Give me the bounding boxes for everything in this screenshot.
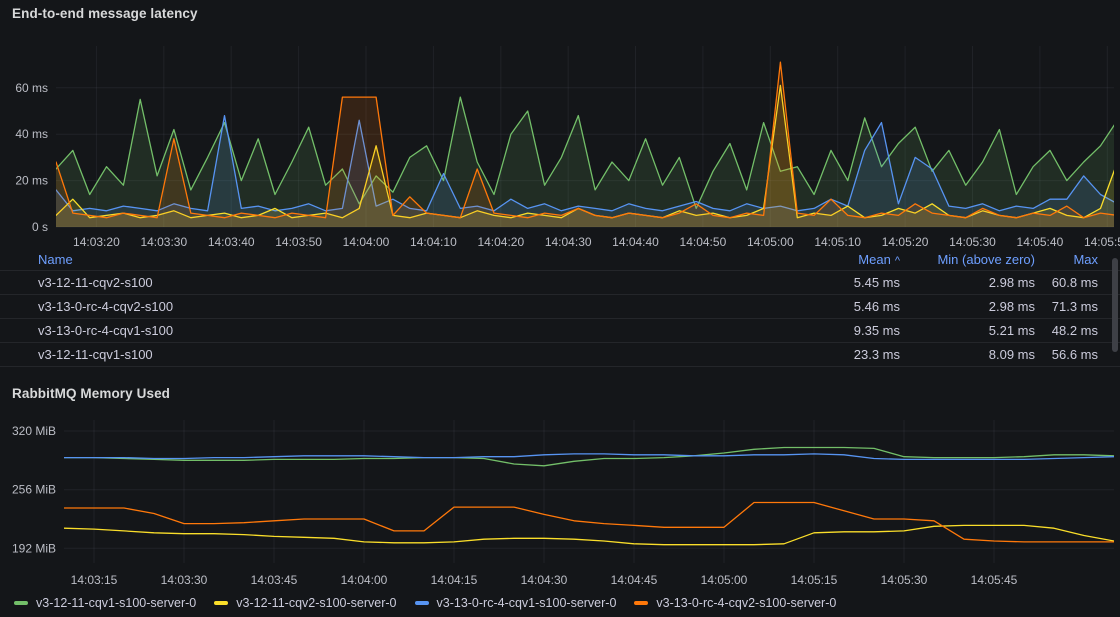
svg-text:192 MiB: 192 MiB	[12, 541, 56, 555]
svg-text:0 s: 0 s	[32, 220, 48, 234]
series-name[interactable]: v3-13-0-rc-4-cqv1-s100	[34, 323, 750, 338]
min-value: 8.09 ms	[900, 347, 1035, 362]
table-row: v3-12-11-cqv1-s100 23.3 ms 8.09 ms 56.6 …	[0, 342, 1120, 366]
column-header-mean[interactable]: Mean^	[750, 252, 900, 267]
svg-text:40 ms: 40 ms	[15, 127, 48, 141]
series-name[interactable]: v3-12-11-cqv1-s100	[34, 347, 750, 362]
legend-label: v3-13-0-rc-4-cqv1-s100-server-0	[437, 596, 617, 610]
max-value: 48.2 ms	[1035, 323, 1098, 338]
max-value: 56.6 ms	[1035, 347, 1098, 362]
table-row: v3-12-11-cqv2-s100 5.45 ms 2.98 ms 60.8 …	[0, 270, 1120, 294]
legend-label: v3-12-11-cqv2-s100-server-0	[236, 596, 396, 610]
latency-panel-title[interactable]: End-to-end message latency	[12, 6, 198, 21]
svg-text:14:03:40: 14:03:40	[208, 235, 255, 249]
memory-legend: v3-12-11-cqv1-s100-server-0 v3-12-11-cqv…	[14, 596, 836, 610]
svg-text:14:05:40: 14:05:40	[1017, 235, 1064, 249]
latency-chart[interactable]: 14:03:20 14:03:30 14:03:40 14:03:50 14:04:00…	[0, 28, 1120, 250]
legend-label: v3-12-11-cqv1-s100-server-0	[36, 596, 196, 610]
column-header-name[interactable]: Name	[34, 252, 750, 267]
svg-text:320 MiB: 320 MiB	[12, 424, 56, 438]
mean-value: 5.46 ms	[750, 299, 900, 314]
series-color-swatch	[14, 601, 28, 605]
svg-text:256 MiB: 256 MiB	[12, 483, 56, 497]
min-value: 2.98 ms	[900, 299, 1035, 314]
legend-item[interactable]: v3-13-0-rc-4-cqv1-s100-server-0	[415, 596, 617, 610]
table-scrollbar[interactable]	[1112, 258, 1118, 352]
svg-text:14:05:15: 14:05:15	[791, 573, 838, 587]
svg-text:14:04:45: 14:04:45	[611, 573, 658, 587]
svg-text:14:05:00: 14:05:00	[701, 573, 748, 587]
svg-text:14:03:45: 14:03:45	[251, 573, 298, 587]
svg-text:14:03:15: 14:03:15	[71, 573, 118, 587]
column-header-min[interactable]: Min (above zero)	[900, 252, 1035, 267]
mean-value: 23.3 ms	[750, 347, 900, 362]
legend-item[interactable]: v3-12-11-cqv2-s100-server-0	[214, 596, 396, 610]
memory-chart[interactable]: 14:03:15 14:03:30 14:03:45 14:04:00 14:04:15…	[0, 408, 1120, 592]
mean-value: 9.35 ms	[750, 323, 900, 338]
column-header-max[interactable]: Max	[1035, 252, 1098, 267]
series-color-swatch	[415, 601, 429, 605]
series-name[interactable]: v3-13-0-rc-4-cqv2-s100	[34, 299, 750, 314]
series-color-swatch	[634, 601, 648, 605]
svg-text:14:05:00: 14:05:00	[747, 235, 794, 249]
svg-text:14:03:50: 14:03:50	[275, 235, 322, 249]
svg-text:60 ms: 60 ms	[15, 81, 48, 95]
svg-text:14:04:50: 14:04:50	[680, 235, 727, 249]
mean-value: 5.45 ms	[750, 275, 900, 290]
legend-item[interactable]: v3-13-0-rc-4-cqv2-s100-server-0	[634, 596, 836, 610]
legend-label: v3-13-0-rc-4-cqv2-s100-server-0	[656, 596, 836, 610]
svg-text:14:04:40: 14:04:40	[612, 235, 659, 249]
svg-text:14:03:20: 14:03:20	[73, 235, 120, 249]
latency-legend-table: Name Mean^ Min (above zero) Max v3-12-11…	[0, 248, 1120, 367]
table-row: v3-13-0-rc-4-cqv2-s100 5.46 ms 2.98 ms 7…	[0, 294, 1120, 318]
svg-text:20 ms: 20 ms	[15, 174, 48, 188]
table-row: v3-13-0-rc-4-cqv1-s100 9.35 ms 5.21 ms 4…	[0, 318, 1120, 342]
latency-table-header: Name Mean^ Min (above zero) Max	[0, 248, 1120, 270]
svg-text:14:04:10: 14:04:10	[410, 235, 457, 249]
series-name[interactable]: v3-12-11-cqv2-s100	[34, 275, 750, 290]
svg-text:14:04:30: 14:04:30	[545, 235, 592, 249]
series-color-swatch	[214, 601, 228, 605]
max-value: 60.8 ms	[1035, 275, 1098, 290]
svg-text:14:05:45: 14:05:45	[971, 573, 1018, 587]
svg-text:14:05:30: 14:05:30	[881, 573, 928, 587]
grafana-dashboard: { "panels": { "latency": { "title": "End…	[0, 0, 1120, 617]
svg-text:14:05:50: 14:05:50	[1084, 235, 1120, 249]
svg-text:14:04:00: 14:04:00	[343, 235, 390, 249]
svg-text:14:04:20: 14:04:20	[477, 235, 524, 249]
max-value: 71.3 ms	[1035, 299, 1098, 314]
svg-text:14:04:15: 14:04:15	[431, 573, 478, 587]
memory-panel-title[interactable]: RabbitMQ Memory Used	[12, 386, 170, 401]
min-value: 2.98 ms	[900, 275, 1035, 290]
svg-text:14:05:10: 14:05:10	[814, 235, 861, 249]
legend-item[interactable]: v3-12-11-cqv1-s100-server-0	[14, 596, 196, 610]
svg-text:14:05:30: 14:05:30	[949, 235, 996, 249]
svg-text:14:03:30: 14:03:30	[161, 573, 208, 587]
svg-text:14:04:30: 14:04:30	[521, 573, 568, 587]
svg-text:14:05:20: 14:05:20	[882, 235, 929, 249]
min-value: 5.21 ms	[900, 323, 1035, 338]
svg-text:14:03:30: 14:03:30	[140, 235, 187, 249]
svg-text:14:04:00: 14:04:00	[341, 573, 388, 587]
